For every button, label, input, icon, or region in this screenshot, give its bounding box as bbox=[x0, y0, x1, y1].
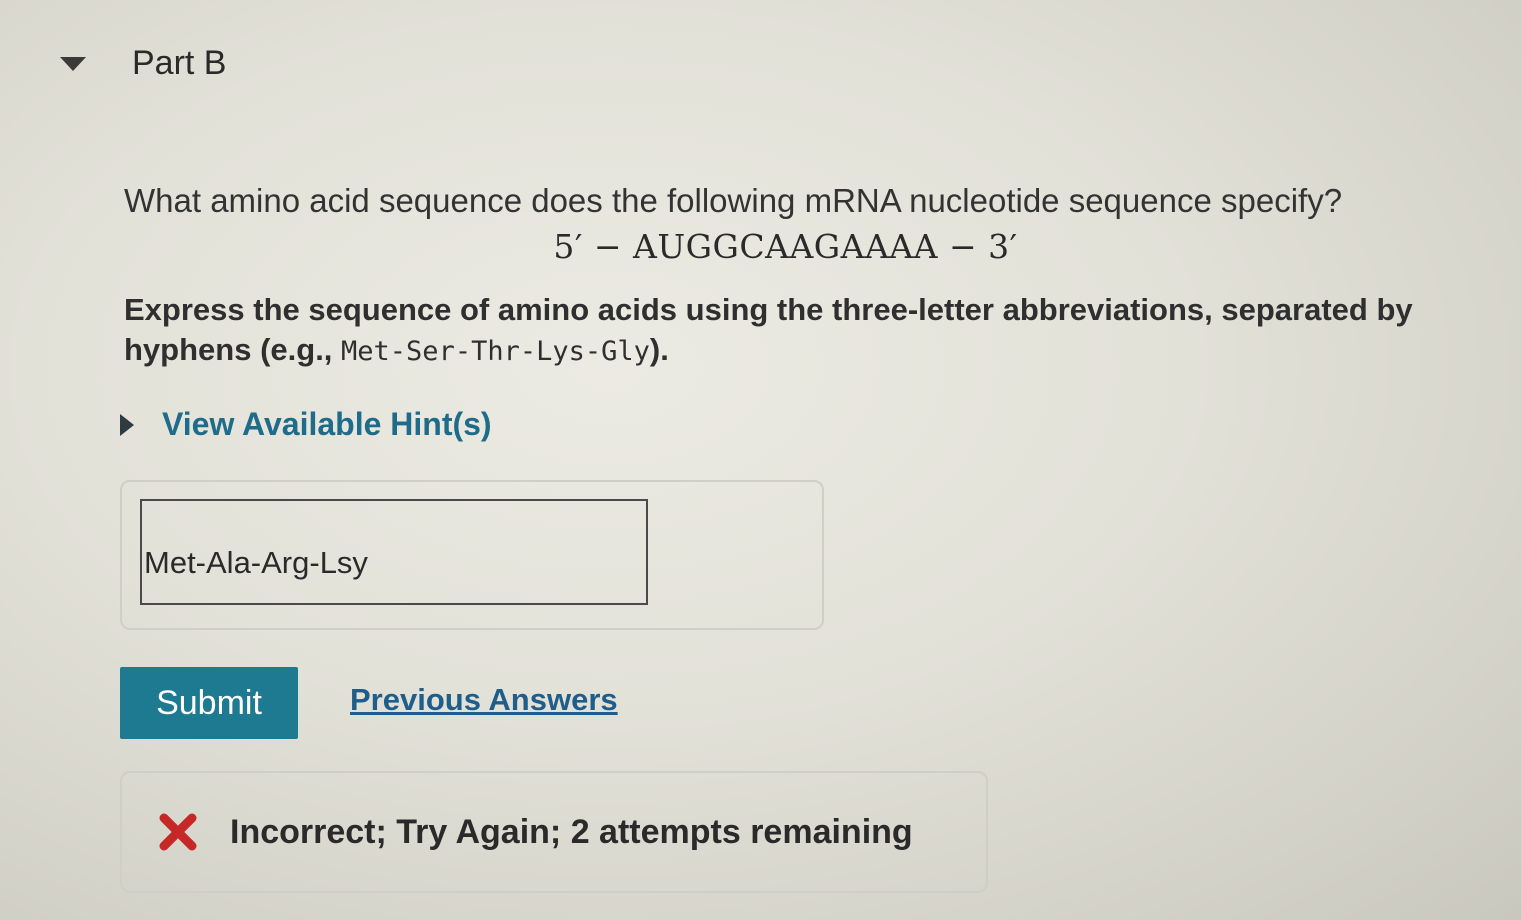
instruction-text: Express the sequence of amino acids usin… bbox=[124, 292, 1413, 367]
answer-instructions: Express the sequence of amino acids usin… bbox=[124, 290, 1504, 372]
part-title: Part B bbox=[132, 44, 227, 82]
triangle-right-icon[interactable] bbox=[120, 413, 134, 436]
previous-answers-link[interactable]: Previous Answers bbox=[350, 682, 618, 718]
question-prompt: What amino acid sequence does the follow… bbox=[124, 182, 1343, 219]
triangle-down-icon[interactable] bbox=[60, 56, 86, 71]
answer-input[interactable] bbox=[140, 499, 648, 605]
answer-container bbox=[120, 480, 824, 630]
submit-button[interactable]: Submit bbox=[120, 667, 298, 739]
instruction-example: Met-Ser-Thr-Lys-Gly bbox=[341, 336, 650, 367]
mrna-sequence: 5′ − AUGGCAAGAAAA − 3′ bbox=[553, 227, 1018, 266]
part-header[interactable]: Part B bbox=[60, 44, 226, 83]
x-icon bbox=[159, 813, 197, 851]
feedback-message: Incorrect; Try Again; 2 attempts remaini… bbox=[230, 812, 913, 851]
feedback-panel: Incorrect; Try Again; 2 attempts remaini… bbox=[120, 771, 988, 893]
view-hints-toggle[interactable]: View Available Hint(s) bbox=[120, 406, 492, 443]
instruction-end: ). bbox=[649, 332, 669, 367]
view-hints-label[interactable]: View Available Hint(s) bbox=[162, 406, 492, 443]
